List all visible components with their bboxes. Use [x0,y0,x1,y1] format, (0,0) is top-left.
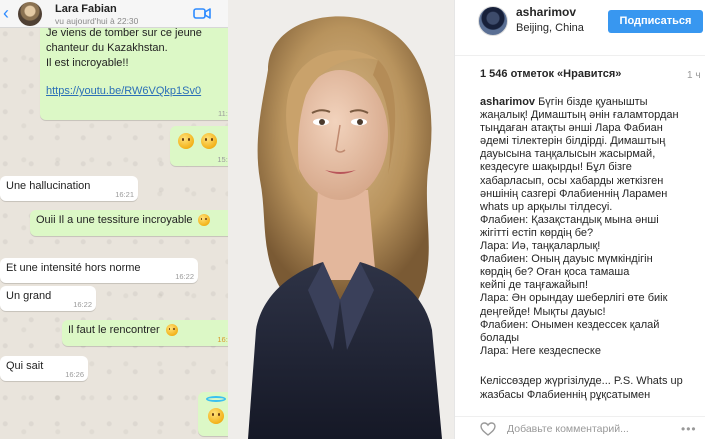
caption-line: whats up арқылы тілдесуі. [480,200,613,213]
video-call-icon[interactable] [193,7,211,20]
likes-count[interactable]: 1 546 отметок «Нравится» [480,68,621,80]
chat-message: Qui sait 16:26 [0,356,88,381]
message-time: 16:26 [65,370,84,379]
thinking-emoji-icon [178,133,194,149]
comment-line: Келіссөздер жүргізілуде... P.S. Whats up [480,375,683,387]
message-time: 16:2 [217,335,228,344]
message-text: chanteur du Kazakhstan. [46,42,168,54]
post-footer: Добавьте комментарий... ••• [455,416,705,439]
smiling-emoji-icon [197,214,210,227]
message-time: 16:22 [175,272,194,281]
caption-username[interactable]: asharimov [480,96,535,108]
contact-name: Lara Fabian [55,3,117,15]
caption-line: болады [480,331,520,344]
caption-line: хабарласып, осы хабарды жеткізген [480,174,664,187]
profile-username[interactable]: asharimov [516,5,576,19]
chat-message: 15:4 [170,126,228,166]
comment-line: жазбасы Флабиеннің рұқсатымен [480,388,651,401]
message-text: Un grand [6,290,52,302]
add-comment-input[interactable]: Добавьте комментарий... [507,423,629,435]
message-time: 16:22 [73,300,92,309]
message-text: Il est incroyable!! [46,57,129,69]
message-text: Qui sait [6,360,44,372]
youtube-link[interactable]: https://youtu.be/RW6VQkp1Sv0 [46,85,228,97]
caption-line: көрдің бе? Оған қоса тамаша [480,266,630,279]
caption-line: Флабиен: Қазақстандық мына әнші [480,213,659,226]
caption-line: Лара: Неге кездеспеске [480,344,601,357]
smiling-emoji-icon [165,324,178,337]
caption-line: Флабиен: Онымен кездессек қалай [480,318,660,331]
chat-message: Je viens de tomber sur ce jeune chanteur… [40,20,228,120]
contact-avatar[interactable] [18,2,42,26]
angel-emoji-icon [208,408,224,424]
hushed-emoji-icon [201,133,218,149]
heart-icon[interactable] [480,422,496,436]
chat-message: Et une intensité hors norme 16:22 [0,258,198,283]
follow-button[interactable]: Подписаться [608,10,703,33]
caption-line: әншінің сазгері Флабиеннің Ларамен [480,187,668,200]
caption-line: деңгейде! Мықты дауыс! [480,305,606,318]
chat-message: Ouii Il a une tessiture incroyable [30,210,228,236]
chat-message: Un grand 16:22 [0,286,96,311]
portrait-photo [228,0,454,439]
message-text: Une hallucination [6,180,91,192]
caption-line: Флабиен: Оның дауыс мүмкіндігін [480,253,653,266]
caption-line: Лара: Ән орындау шеберлігі өте биік [480,292,668,305]
post-caption: asharimov Бүгін бізде қуанышты жаңалық! … [480,96,702,358]
comment-text: Келіссөздер жүргізілуде... P.S. Whats up… [480,375,702,402]
chat-message: Une hallucination 16:21 [0,176,138,201]
caption-line: әдемі тілектерін білдірді. Димаштың [480,135,666,148]
chat-header: ‹ Lara Fabian vu aujourd'hui à 22:30 [0,0,228,28]
caption-line: тыңдаған атақты әнші Лара Фабиан [480,122,663,135]
post-location[interactable]: Beijing, China [516,22,584,34]
portrait-illustration [228,0,454,439]
caption-line: Лара: Иә, таңқаларлық! [480,240,601,253]
caption-line: дауысына таңқалысын жасырмай, [480,148,656,161]
contact-last-seen: vu aujourd'hui à 22:30 [55,16,139,26]
caption-line: Бүгін бізде қуанышты [535,96,648,108]
message-time: 11:2 [217,109,228,118]
chat-message [198,392,228,436]
chat-message: Il faut le rencontrer 16:2 [62,320,228,346]
post-header: asharimov Beijing, China Подписаться [455,0,705,56]
caption-line: жігітті естіп көрдің бе? [480,226,594,239]
whatsapp-chat-screenshot: ‹ Lara Fabian vu aujourd'hui à 22:30 Je … [0,0,228,439]
caption-line: кейпі де таңғажайып! [480,279,589,292]
back-chevron-icon[interactable]: ‹ [3,4,9,22]
instagram-post-panel: asharimov Beijing, China Подписаться 1 5… [454,0,705,439]
message-time: 15:4 [217,155,228,164]
message-text: Ouii Il a une tessiture incroyable [36,214,193,226]
message-text: Il faut le rencontrer [68,324,160,336]
halo-icon [206,396,226,402]
message-time: 16:21 [115,190,134,199]
caption-line: жаңалық! Димаштың әнін ғаламтордан [480,109,679,122]
more-options-icon[interactable]: ••• [681,422,697,436]
caption-line: кездесуге шақырды! Бұл бізге [480,161,632,174]
message-text: Je viens de tomber sur ce jeune [46,27,202,39]
profile-avatar[interactable] [478,6,508,36]
post-time: 1 ч [687,70,701,81]
message-text: Et une intensité hors norme [6,262,141,274]
